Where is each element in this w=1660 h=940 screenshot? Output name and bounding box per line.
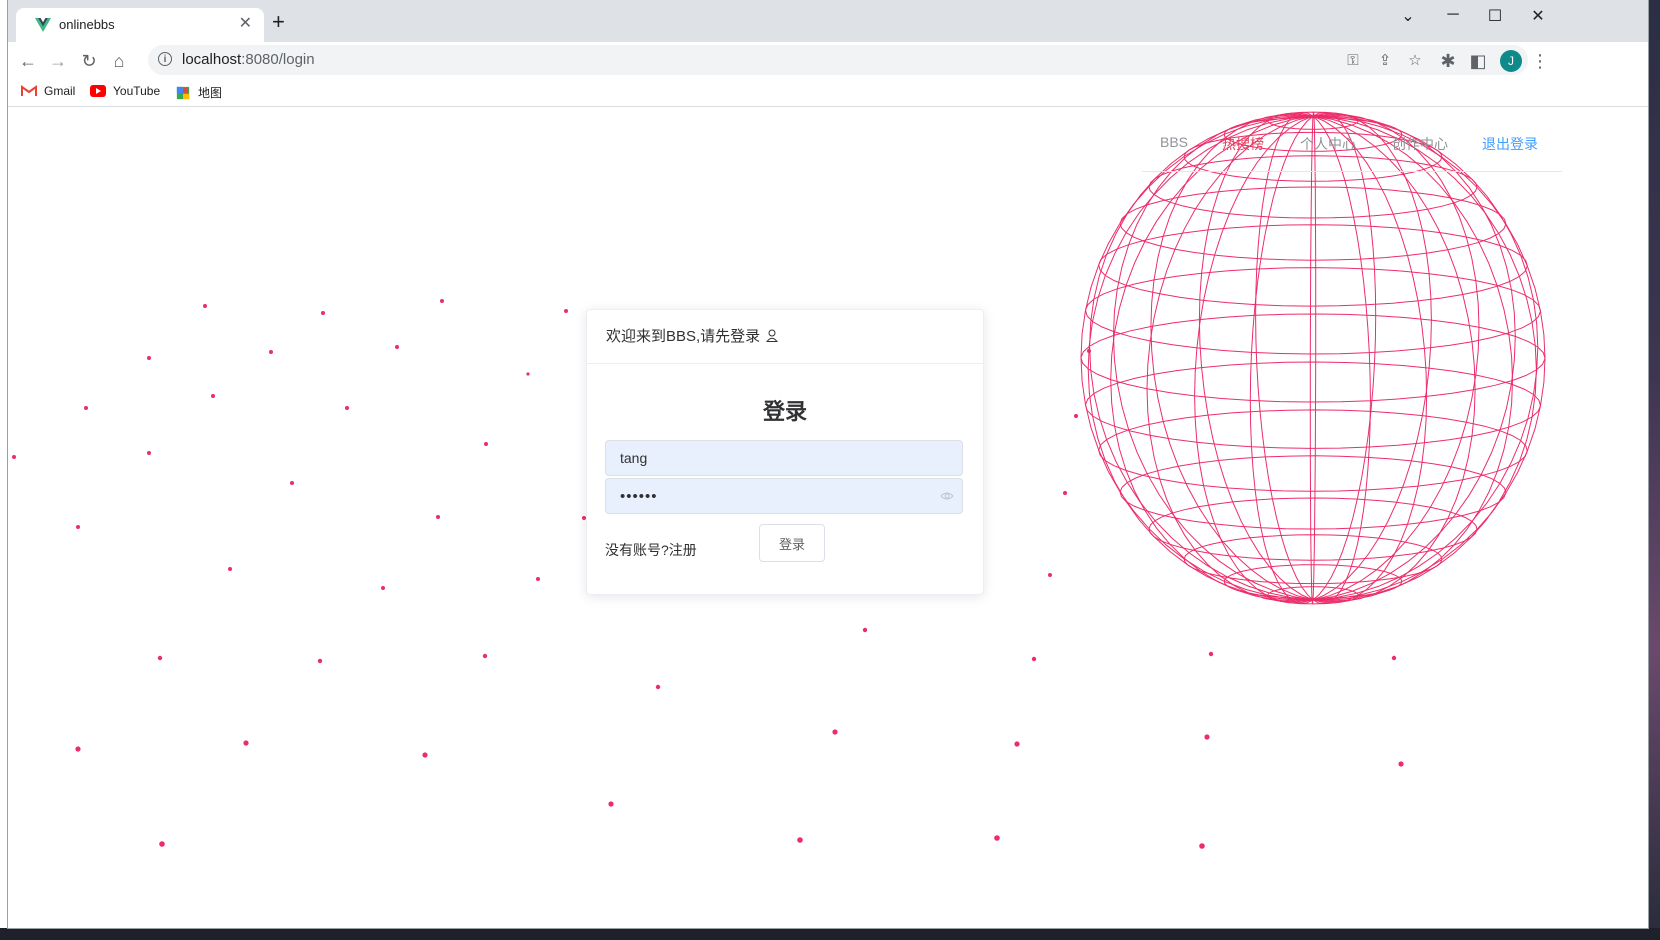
login-button[interactable]: 登录 (759, 524, 825, 562)
nav-profile[interactable]: 个人中心 (1300, 134, 1356, 154)
login-title: 登录 (762, 399, 807, 424)
bookmark-label: Gmail (44, 84, 76, 98)
tab-strip: onlinebbs ✕ + ⌄ ─ ☐ ✕ (8, 0, 1648, 42)
address-bar[interactable]: i localhost:8080/login ⚿ ⇪ ☆ (148, 45, 1528, 75)
globe-meridian (1249, 115, 1314, 605)
eye-icon[interactable] (940, 490, 954, 502)
desktop-wallpaper-edge (1648, 0, 1660, 928)
desktop-edge-left (0, 0, 8, 940)
globe-meridian (1255, 111, 1314, 601)
taskbar-edge (0, 928, 1660, 940)
menu-icon[interactable]: ⋮ (1528, 49, 1552, 73)
tab-search-icon[interactable]: ⌄ (1388, 6, 1428, 26)
youtube-icon (90, 85, 106, 97)
gmail-icon (21, 85, 37, 96)
maximize-button[interactable]: ☐ (1475, 6, 1515, 26)
extensions-icon[interactable]: ✱ (1436, 49, 1460, 73)
back-button[interactable]: ← (16, 49, 40, 73)
home-icon[interactable]: ⌂ (107, 49, 131, 73)
url-text: localhost:8080/login (182, 51, 315, 68)
maps-icon (176, 86, 190, 99)
tab-close-icon[interactable]: ✕ (239, 15, 252, 33)
browser-tab-active[interactable]: onlinebbs ✕ (16, 8, 264, 42)
register-prefix: 没有账号? (605, 542, 669, 558)
wireframe-globe (1080, 111, 1546, 605)
site-info-icon[interactable]: i (158, 52, 172, 66)
globe-meridian (1080, 115, 1314, 601)
bookmark-gmail[interactable]: Gmail (21, 84, 75, 98)
close-window-button[interactable]: ✕ (1518, 6, 1558, 26)
user-icon (766, 329, 779, 342)
globe-meridian (1312, 115, 1546, 601)
nav-bbs[interactable]: BBS (1160, 134, 1188, 150)
bookmark-maps[interactable]: 地图 (175, 84, 222, 101)
new-tab-button[interactable]: + (272, 11, 285, 33)
login-card: 欢迎来到BBS,请先登录 登录 没有账号?注册 登录 (586, 309, 984, 595)
password-input[interactable] (620, 479, 920, 513)
register-prompt: 没有账号?注册 (605, 540, 697, 560)
page-viewport: BBS 热搜榜 个人中心 创作中心 退出登录 欢迎来到BBS,请先登录 登录 t… (8, 107, 1648, 928)
nav-logout[interactable]: 退出登录 (1482, 134, 1538, 154)
reload-button[interactable]: ↻ (77, 49, 101, 73)
username-input[interactable] (620, 441, 920, 475)
minimize-button[interactable]: ─ (1433, 6, 1473, 24)
url-host: localhost (182, 51, 242, 68)
login-card-header: 欢迎来到BBS,请先登录 (587, 310, 983, 364)
globe-meridian (1309, 116, 1314, 605)
tab-title: onlinebbs (59, 17, 115, 32)
bookmark-star-icon[interactable]: ☆ (1406, 52, 1424, 70)
profile-avatar[interactable]: J (1500, 50, 1522, 72)
globe-meridian (1312, 111, 1317, 600)
forward-button[interactable]: → (46, 49, 70, 73)
login-welcome-text: 欢迎来到BBS,请先登录 (606, 328, 761, 345)
bookmark-label: 地图 (198, 86, 223, 100)
nav-hot-list[interactable]: 热搜榜 (1222, 134, 1264, 154)
register-link[interactable]: 注册 (669, 542, 697, 558)
share-icon[interactable]: ⇪ (1376, 52, 1394, 70)
url-path: :8080/login (241, 51, 315, 68)
nav-create[interactable]: 创作中心 (1392, 134, 1448, 154)
vue-logo-icon (35, 18, 51, 32)
browser-window: onlinebbs ✕ + ⌄ ─ ☐ ✕ ← → ↻ ⌂ i localhos… (8, 0, 1648, 928)
side-panel-icon[interactable]: ◧ (1466, 49, 1490, 73)
username-field[interactable] (605, 440, 963, 476)
key-icon[interactable]: ⚿ (1344, 52, 1362, 70)
site-nav: BBS 热搜榜 个人中心 创作中心 退出登录 (1142, 107, 1562, 172)
browser-toolbar: ← → ↻ ⌂ i localhost:8080/login ⚿ ⇪ ☆ ✱ ◧… (8, 42, 1648, 80)
bookmark-label: YouTube (113, 84, 161, 98)
bookmark-youtube[interactable]: YouTube (90, 84, 160, 98)
globe-meridian (1312, 115, 1371, 605)
password-field[interactable] (605, 478, 963, 514)
globe-meridian (1312, 111, 1377, 601)
bookmarks-bar: Gmail YouTube 地图 (8, 80, 1648, 107)
